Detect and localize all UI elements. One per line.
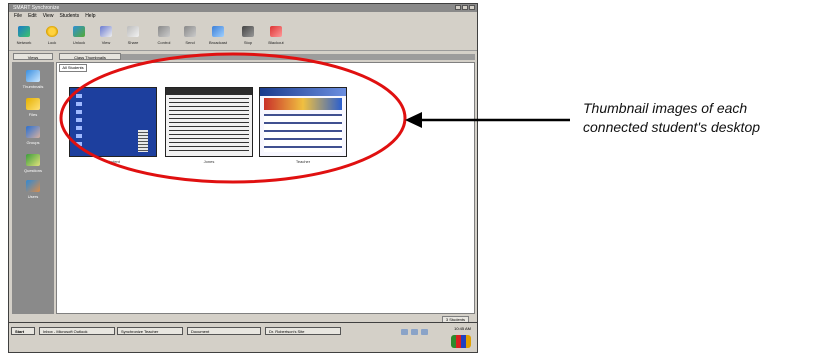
tab-views[interactable]: Views: [13, 53, 53, 60]
stop-button[interactable]: Stop: [235, 26, 261, 50]
blackout-icon: [270, 26, 282, 37]
clock: 10:45 AM: [454, 326, 471, 331]
unlock-label: Unlock: [72, 40, 86, 45]
thumbnail-caption: Student: [106, 159, 120, 164]
annotation-line-2: connected student's desktop: [583, 119, 761, 135]
send-button[interactable]: Send: [177, 26, 203, 50]
taskbar-item-document[interactable]: Document: [187, 327, 261, 335]
control-label: Control: [157, 40, 171, 45]
tray-network-icon[interactable]: [401, 329, 408, 335]
sidebar-item-label: Users: [27, 194, 39, 199]
webpage-rows: [264, 114, 342, 152]
network-label: Network: [16, 40, 32, 45]
unlock-button[interactable]: Unlock: [66, 26, 92, 50]
monitor-icon: [26, 70, 40, 82]
window-title: SMART Synchronize: [13, 5, 60, 11]
sidebar-item-thumbnails[interactable]: Thumbnails: [12, 70, 54, 90]
thumbnail-caption: Teacher: [295, 159, 311, 164]
menu-file[interactable]: File: [14, 13, 22, 20]
taskbar-item-synchronize[interactable]: Synchronize Teacher: [117, 327, 183, 335]
unlock-icon: [73, 26, 85, 37]
sidebar-item-groups[interactable]: Groups: [12, 126, 54, 146]
send-icon: [184, 26, 196, 37]
tab-strip-fill: [121, 54, 475, 60]
annotation-text: Thumbnail images of each connected stude…: [583, 99, 823, 137]
sidebar-item-label: Groups: [26, 140, 40, 145]
title-bar: SMART Synchronize: [9, 4, 477, 12]
menu-bar: File Edit View Students Help: [9, 13, 95, 20]
control-icon: [158, 26, 170, 37]
control-button[interactable]: Control: [151, 26, 177, 50]
tray-sync-icon[interactable]: [421, 329, 428, 335]
minimize-button[interactable]: [455, 5, 461, 10]
view-button[interactable]: View: [93, 26, 119, 50]
document-header: [166, 88, 252, 95]
view-icon: [100, 26, 112, 37]
lock-button[interactable]: Lock: [39, 26, 65, 50]
broadcast-button[interactable]: Broadcast: [205, 26, 231, 50]
smart-logo-icon: [451, 335, 471, 348]
stop-icon: [242, 26, 254, 37]
broadcast-icon: [212, 26, 224, 37]
annotation-line-1: Thumbnail images of each: [583, 100, 748, 116]
send-label: Send: [185, 40, 195, 45]
menu-view[interactable]: View: [43, 13, 54, 20]
share-icon: [127, 26, 139, 37]
taskbar-item-outlook[interactable]: Inbox - Microsoft Outlook: [39, 327, 115, 335]
lock-label: Lock: [47, 40, 57, 45]
sidebar-item-label: Thumbnails: [22, 84, 44, 89]
sidebar-item-users[interactable]: Users: [12, 180, 54, 200]
menu-edit[interactable]: Edit: [28, 13, 37, 20]
sidebar-item-label: Questions: [23, 168, 42, 173]
document-text: [169, 98, 249, 152]
network-button[interactable]: Network: [11, 26, 37, 50]
webpage-banner: [264, 98, 342, 110]
taskbar: Start Inbox - Microsoft Outlook Synchron…: [8, 322, 478, 353]
menu-help[interactable]: Help: [85, 13, 95, 20]
student-thumbnail[interactable]: [259, 87, 347, 157]
start-button[interactable]: Start: [11, 327, 35, 335]
close-button[interactable]: [469, 5, 475, 10]
tab-class-thumbnails[interactable]: Class Thumbnails: [59, 53, 121, 60]
views-sidebar: Thumbnails Files Groups Questions Users: [12, 62, 54, 314]
thumbnail-caption: Jones: [203, 159, 215, 164]
sidebar-item-files[interactable]: Files: [12, 98, 54, 118]
blackout-label: Blackout: [268, 40, 284, 45]
webpage-header: [260, 88, 346, 96]
broadcast-label: Broadcast: [208, 40, 227, 45]
student-thumbnail[interactable]: [69, 87, 157, 157]
share-label: Share: [127, 40, 139, 45]
window-controls: [455, 5, 475, 10]
lock-icon: [46, 26, 58, 37]
view-tabs: Views Class Thumbnails: [9, 52, 477, 61]
thumbnail-panel: All Students Student Jones Teacher: [56, 62, 475, 314]
users-icon: [26, 126, 40, 138]
tray-volume-icon[interactable]: [411, 329, 418, 335]
toolbar: Network Lock Unlock View Share Control S…: [9, 22, 477, 51]
desktop-icons: [76, 94, 82, 150]
network-icon: [18, 26, 30, 37]
student-thumbnail[interactable]: [165, 87, 253, 157]
stop-label: Stop: [243, 40, 253, 45]
folder-icon: [26, 98, 40, 110]
application-window: SMART Synchronize File Edit View Student…: [8, 3, 478, 353]
blackout-button[interactable]: Blackout: [263, 26, 289, 50]
view-label: View: [101, 40, 111, 45]
taskbar-item-website[interactable]: Dr. Robertson's Site: [265, 327, 341, 335]
system-tray: 10:45 AM: [399, 325, 475, 351]
clipboard-icon: [26, 154, 40, 166]
tab-all-students[interactable]: All Students: [59, 64, 87, 72]
sidebar-item-questions[interactable]: Questions: [12, 154, 54, 174]
maximize-button[interactable]: [462, 5, 468, 10]
sidebar-item-label: Files: [28, 112, 38, 117]
person-icon: [26, 180, 40, 192]
desktop-window: [138, 130, 148, 152]
menu-students[interactable]: Students: [59, 13, 79, 20]
share-button[interactable]: Share: [120, 26, 146, 50]
